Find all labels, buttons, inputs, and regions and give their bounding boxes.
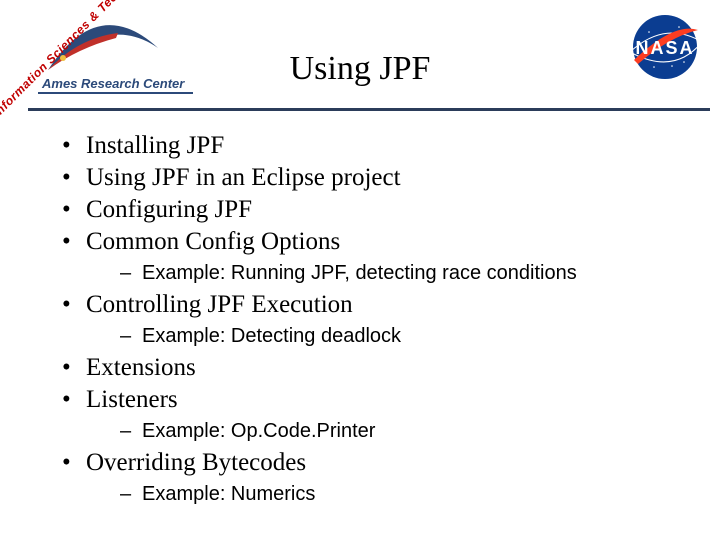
list-item: Extensions	[56, 352, 696, 384]
bullet-text: Listeners	[86, 386, 178, 413]
bullet-list: Installing JPF Using JPF in an Eclipse p…	[56, 130, 696, 508]
slide-header: Ames Research Center Information Science…	[0, 0, 720, 110]
list-item: Installing JPF	[56, 130, 696, 162]
bullet-text: Overriding Bytecodes	[86, 449, 306, 476]
slide-body: Installing JPF Using JPF in an Eclipse p…	[56, 130, 696, 510]
sub-list: Example: Op.Code.Printer	[86, 418, 696, 445]
list-item: Using JPF in an Eclipse project	[56, 162, 696, 194]
sub-item: Example: Running JPF, detecting race con…	[86, 260, 696, 287]
slide-title: Using JPF	[0, 50, 720, 88]
nasa-text: NASA	[635, 38, 694, 58]
sub-item: Example: Op.Code.Printer	[86, 418, 696, 445]
sub-list: Example: Detecting deadlock	[86, 323, 696, 350]
list-item: Configuring JPF	[56, 194, 696, 226]
sub-text: Example: Op.Code.Printer	[142, 420, 375, 442]
sub-text: Example: Detecting deadlock	[142, 325, 401, 347]
list-item: Common Config Options Example: Running J…	[56, 226, 696, 287]
sub-list: Example: Running JPF, detecting race con…	[86, 260, 696, 287]
list-item: Listeners Example: Op.Code.Printer	[56, 384, 696, 445]
list-item: Overriding Bytecodes Example: Numerics	[56, 447, 696, 508]
list-item: Controlling JPF Execution Example: Detec…	[56, 289, 696, 350]
bullet-text: Using JPF in an Eclipse project	[86, 164, 401, 191]
sub-item: Example: Detecting deadlock	[86, 323, 696, 350]
bullet-text: Installing JPF	[86, 132, 224, 159]
header-divider	[28, 108, 710, 111]
bullet-text: Configuring JPF	[86, 196, 252, 223]
sub-text: Example: Running JPF, detecting race con…	[142, 262, 577, 284]
sub-text: Example: Numerics	[142, 483, 315, 505]
sub-list: Example: Numerics	[86, 481, 696, 508]
bullet-text: Controlling JPF Execution	[86, 291, 353, 318]
bullet-text: Common Config Options	[86, 228, 340, 255]
bullet-text: Extensions	[86, 354, 196, 381]
nasa-logo-icon: NASA	[624, 12, 706, 82]
sub-item: Example: Numerics	[86, 481, 696, 508]
